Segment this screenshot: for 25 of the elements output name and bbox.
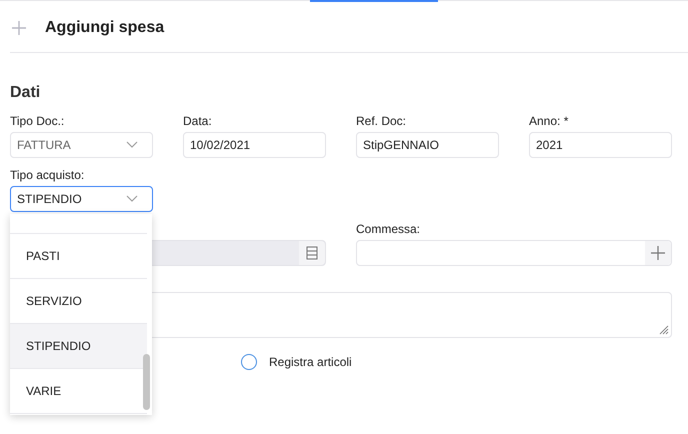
plus-icon [651, 246, 665, 260]
select-field[interactable]: STIPENDIO [10, 186, 153, 212]
section-title: Dati [10, 84, 42, 102]
text-field[interactable]: 10/02/2021 [183, 132, 326, 158]
chevron-down-icon [126, 195, 138, 203]
text-field[interactable]: StipGENNAIO [356, 132, 499, 158]
commessa-field[interactable] [356, 240, 672, 266]
add-button[interactable] [645, 241, 671, 265]
page-title: Aggiungi spesa [45, 18, 164, 36]
radio-label: Registra articoli [269, 355, 352, 369]
radio-button[interactable] [241, 354, 257, 370]
field-label: Data: [183, 114, 213, 128]
plus-icon [11, 20, 27, 36]
scrollbar-thumb[interactable] [143, 354, 150, 410]
select-field[interactable]: FATTURA [10, 132, 153, 158]
resize-handle-icon[interactable] [659, 325, 669, 335]
field-label: Ref. Doc: [356, 114, 408, 128]
field-label: Tipo Doc.: [10, 114, 66, 128]
chevron-down-icon [126, 141, 138, 149]
text-field[interactable]: 2021 [529, 132, 672, 158]
field-label: Tipo acquisto: [10, 168, 86, 182]
dropdown-option[interactable]: STIPENDIO [10, 324, 147, 369]
field-label: Commessa: [356, 222, 422, 236]
dropdown-option[interactable]: PASTI [10, 234, 147, 279]
field-label: Anno: * [529, 114, 570, 128]
